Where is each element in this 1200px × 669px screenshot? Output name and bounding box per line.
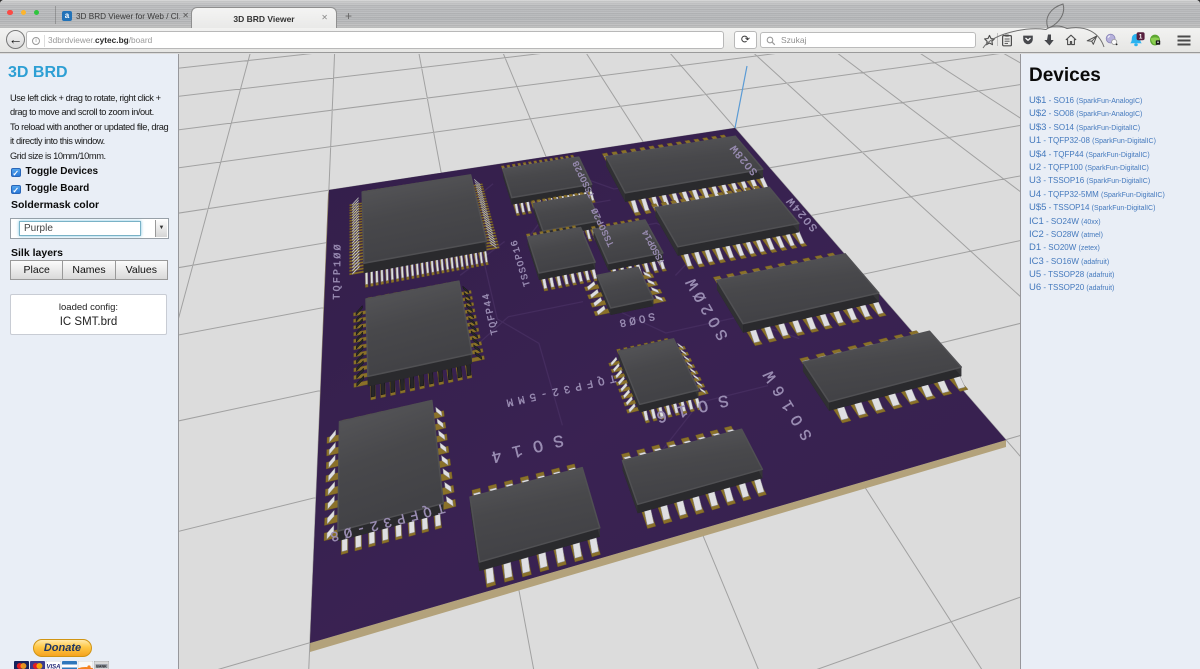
svg-text:BANK: BANK — [96, 665, 107, 669]
svg-text:VISA: VISA — [46, 665, 60, 669]
svg-text:TQFP1ØØ: TQFP1ØØ — [332, 242, 345, 300]
